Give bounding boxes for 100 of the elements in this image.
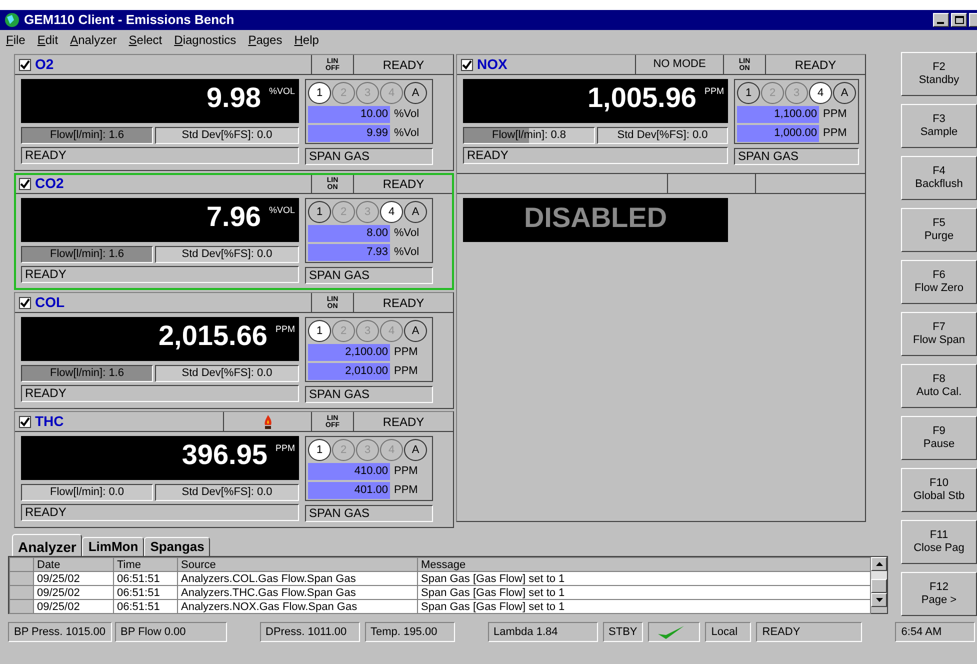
menu-item[interactable]: Analyzer [70,31,117,49]
menu-item[interactable]: Edit [37,31,58,49]
status-item: Temp. 195.00 [364,622,455,642]
column-header[interactable]: Message [418,558,870,572]
state-label: READY [382,294,424,312]
reading-value: 7.96 [206,200,261,234]
stddev-field: Std Dev[%FS]: 0.0 [155,484,299,501]
status-item: BP Flow 0.00 [114,622,227,642]
checkbox[interactable] [19,416,31,428]
menu-item[interactable]: Select [128,31,162,49]
range-button[interactable]: 1 [308,201,331,223]
span-unit: PPM [394,464,418,480]
function-key-button[interactable]: F12 Page > [901,572,977,616]
function-key-button[interactable]: F2 Standby [901,52,977,96]
status-field: READY [21,266,299,283]
function-key-button[interactable]: F9 Pause [901,416,977,460]
range-button[interactable]: 1 [308,439,331,461]
mode-label: NO MODE [635,55,723,74]
status-field: READY [21,147,299,164]
range-button[interactable]: 1 [308,320,331,342]
range-button[interactable]: A [404,201,427,223]
menu-item[interactable]: Diagnostics [174,31,236,49]
status-field: READY [21,385,299,402]
flow-meter: Flow[l/min]: 0.8 [463,127,595,144]
state-label: READY [382,414,424,430]
stddev-field: Std Dev[%FS]: 0.0 [155,127,299,144]
column-header[interactable]: Date [34,558,114,572]
status-check-icon [648,622,700,642]
menu-item[interactable]: Help [294,31,319,49]
flow-meter: Flow[l/min]: 1.6 [21,246,153,263]
analyzer-name: NOX [477,55,508,74]
range-button[interactable]: A [404,439,427,461]
close-button[interactable] [969,13,977,27]
reading-unit: PPM [704,85,724,98]
tab[interactable]: Spangas [144,537,210,556]
range-button[interactable]: 1 [737,82,760,104]
status-item: DPress. 1011.00 [260,622,360,642]
function-key-button[interactable]: F6 Flow Zero [901,260,977,304]
checkbox[interactable] [19,58,31,70]
state-label: READY [794,56,836,74]
function-key-button[interactable]: F4 Backflush [901,156,977,200]
span-unit: %Vol [394,245,420,260]
gas-field: SPAN GAS [734,148,859,165]
reading-value: 2,015.66 [158,319,268,353]
function-key-button[interactable]: F8 Auto Cal. [901,364,977,408]
table-cell: Analyzers.COL.Gas Flow.Span Gas [178,572,418,586]
scrollbar-track [871,571,887,579]
range-button[interactable]: 4 [380,201,403,223]
table-cell: Span Gas [Gas Flow] set to 1 [418,600,870,614]
status-item: 6:54 AM [895,622,976,642]
state-label: READY [382,56,424,74]
range-button[interactable]: A [404,82,427,104]
span-unit: %Vol [394,126,420,142]
range-button[interactable]: A [404,320,427,342]
status-field: READY [463,147,728,164]
column-header[interactable]: Time [114,558,178,572]
span-value: 410.00 [308,463,390,480]
checkbox[interactable] [19,296,31,308]
span-value: 8.00 [308,225,390,242]
tab[interactable]: Analyzer [12,534,82,556]
function-key-button[interactable]: F11 Close Pag [901,520,977,564]
range-button[interactable]: 4 [809,82,832,104]
status-item: Local [705,622,752,642]
function-key-button[interactable]: F3 Sample [901,104,977,148]
reading-value: 1,005.96 [587,81,696,115]
scroll-up-button[interactable] [871,557,887,571]
span-unit: PPM [823,126,847,142]
function-key-button[interactable]: F5 Purge [901,208,977,252]
range-button[interactable]: A [833,82,856,104]
analyzer-name: THC [35,412,64,431]
table-cell: 06:51:51 [114,586,178,600]
table-cell: 09/25/02 [34,586,114,600]
function-key-button[interactable]: F10 Global Stb [901,468,977,512]
menu-item[interactable]: File [6,31,26,49]
table-cell: Analyzers.THC.Gas Flow.Span Gas [178,586,418,600]
function-key-button[interactable]: F7 Flow Span [901,312,977,356]
reading-unit: PPM [275,442,295,455]
span-value: 10.00 [308,106,390,123]
range-button[interactable]: 1 [308,82,331,104]
checkbox[interactable] [19,178,31,190]
maximize-button[interactable] [951,13,967,27]
down-arrow-icon [876,598,882,602]
scroll-down-button[interactable] [871,593,887,607]
table-cell: 09/25/02 [34,600,114,614]
span-value: 9.99 [308,125,390,142]
span-value: 7.93 [308,244,390,261]
reading-unit: %VOL [268,85,295,98]
status-item: BP Press. 1015.00 [8,622,112,642]
span-unit: PPM [394,345,418,360]
gas-field: SPAN GAS [305,148,433,165]
minimize-button[interactable] [933,13,949,27]
menu-item[interactable]: Pages [248,31,282,49]
column-header[interactable]: Source [178,558,418,572]
analyzer-name: O2 [35,55,54,74]
scrollbar-thumb[interactable] [871,579,887,593]
span-unit: %Vol [394,107,420,122]
span-value: 1,000.00 [737,125,819,142]
checkbox[interactable] [461,58,473,70]
tab[interactable]: LimMon [82,537,144,556]
table-cell: 06:51:51 [114,600,178,614]
